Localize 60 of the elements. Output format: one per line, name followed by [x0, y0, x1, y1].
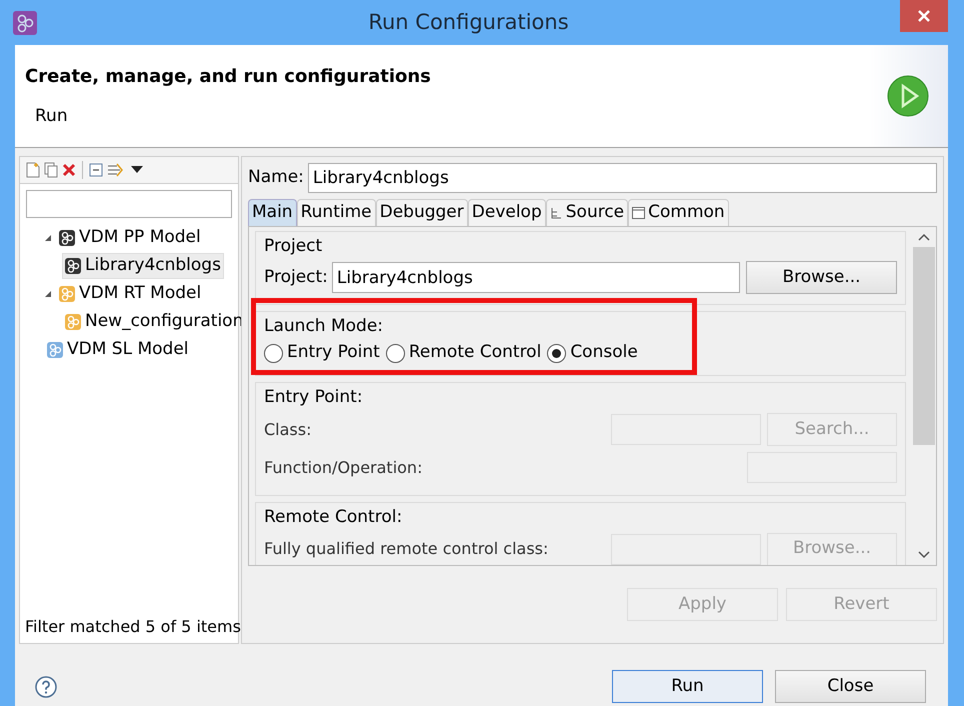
field-label: Function/Operation:: [264, 456, 424, 478]
tree-item[interactable]: Library4cnblogs: [62, 253, 224, 279]
field-label: Fully qualified remote control class:: [264, 538, 550, 560]
expand-arrow-icon[interactable]: [44, 234, 52, 242]
help-icon[interactable]: [35, 676, 57, 698]
header-title: Create, manage, and run configurations: [25, 65, 432, 89]
button[interactable]: Browse...: [746, 261, 897, 294]
new-file-icon[interactable]: [26, 162, 40, 178]
tab[interactable]: Runtime: [296, 199, 376, 226]
model-icon: [59, 286, 75, 302]
run-icon: [887, 75, 929, 117]
tab[interactable]: Debugger: [376, 199, 468, 226]
name-field[interactable]: Library4cnblogs: [308, 163, 937, 193]
dropdown-arrow-icon[interactable]: [131, 166, 143, 174]
expand-arrow-icon[interactable]: [44, 290, 52, 298]
field-label: Class:: [264, 418, 312, 440]
tab[interactable]: Source: [546, 199, 628, 226]
delete-icon[interactable]: [62, 163, 76, 177]
tree-item-label: New_configuration: [85, 310, 244, 334]
tree-icon: [550, 206, 563, 220]
group-title: Remote Control:: [264, 506, 404, 528]
tree-item-label: VDM PP Model: [79, 226, 201, 250]
field-label: Name:: [248, 166, 304, 190]
scroll-up-icon[interactable]: [918, 233, 930, 241]
collapse-icon[interactable]: [89, 163, 103, 177]
filter-field[interactable]: [26, 190, 232, 218]
group-title: Launch Mode:: [264, 314, 384, 338]
filter-icon[interactable]: [107, 163, 123, 177]
button[interactable]: Close: [775, 670, 926, 703]
app-icon: [13, 10, 37, 34]
tab[interactable]: Develop: [468, 199, 546, 226]
group-title: Entry Point:: [264, 386, 364, 409]
model-icon: [59, 230, 75, 246]
tab[interactable]: Main: [248, 199, 297, 226]
radio-option[interactable]: Console: [547, 340, 638, 366]
model-icon: [65, 314, 81, 330]
tree-item-label: Library4cnblogs: [85, 254, 221, 278]
tree-item[interactable]: VDM RT Model: [56, 281, 204, 307]
close-button[interactable]: [900, 0, 948, 32]
model-icon: [47, 342, 63, 358]
copy-icon[interactable]: [44, 162, 58, 178]
model-icon: [65, 258, 81, 274]
filter-status: Filter matched 5 of 5 items: [24, 616, 238, 638]
group-title: Project: [264, 235, 324, 258]
scroll-down-icon[interactable]: [918, 551, 930, 559]
radio-option[interactable]: Entry Point: [264, 340, 380, 366]
tree-item[interactable]: VDM SL Model: [44, 337, 192, 363]
close-icon: [917, 9, 931, 23]
project-field[interactable]: Library4cnblogs: [332, 262, 740, 293]
tab[interactable]: Common: [628, 199, 729, 226]
tree-item[interactable]: New_configuration: [62, 309, 246, 335]
field-label: Project:: [264, 266, 328, 289]
header-subtitle: Run: [34, 105, 69, 128]
tree-item[interactable]: VDM PP Model: [56, 225, 204, 251]
tree-item-label: VDM RT Model: [79, 282, 202, 306]
radio-option[interactable]: Remote Control: [386, 340, 542, 366]
window-title: Run Configurations: [367, 8, 570, 36]
window-icon: [632, 207, 646, 219]
button[interactable]: Run: [612, 670, 763, 703]
tree-item-label: VDM SL Model: [67, 338, 188, 362]
